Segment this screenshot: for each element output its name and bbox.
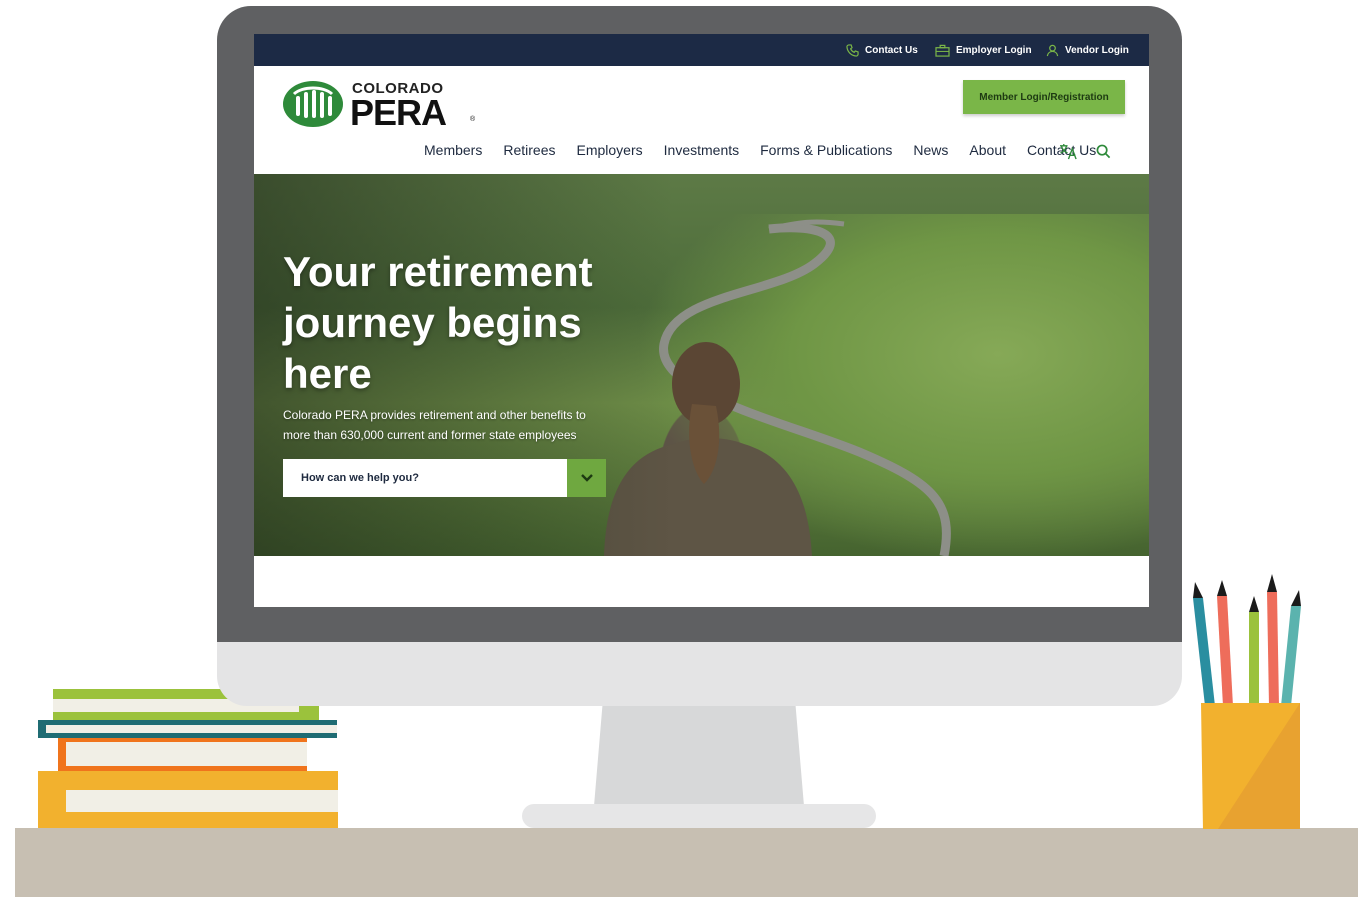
pencils-illustration	[1193, 574, 1301, 706]
member-login-button[interactable]: Member Login/Registration	[963, 80, 1125, 114]
help-select[interactable]: How can we help you?	[283, 459, 606, 497]
pencil-teal	[1193, 582, 1215, 706]
pencil-green	[1249, 596, 1259, 706]
desk-surface	[15, 828, 1358, 897]
nav-item-members[interactable]: Members	[424, 142, 482, 162]
nav-item-retirees[interactable]: Retirees	[503, 142, 555, 162]
search-icon[interactable]	[1096, 144, 1111, 159]
logo-main-word: PERA	[350, 92, 447, 133]
monitor-chin	[217, 642, 1182, 706]
book-yellow-pages	[66, 790, 338, 812]
chevron-down-icon	[580, 474, 593, 482]
pencil-coral	[1217, 580, 1233, 706]
main-nav: Members Retirees Employers Investments F…	[424, 142, 1096, 162]
nav-icons	[1059, 143, 1111, 160]
contact-us-label: Contact Us	[865, 44, 918, 56]
utility-bar: Contact Us Employer Login Vendor Login	[254, 34, 1149, 66]
hero-banner: Your retirement journey begins here Colo…	[254, 174, 1149, 556]
pencil-teal-2	[1281, 590, 1301, 706]
translate-icon[interactable]	[1059, 143, 1078, 160]
nav-item-investments[interactable]: Investments	[664, 142, 739, 162]
logo-mark-icon	[283, 81, 343, 127]
employer-login-label: Employer Login	[956, 44, 1032, 56]
website-screen: Contact Us Employer Login Vendor Login C…	[254, 34, 1149, 607]
contact-us-link[interactable]: Contact Us	[846, 34, 918, 66]
nav-item-about[interactable]: About	[969, 142, 1006, 162]
book-orange-pages	[66, 742, 307, 766]
logo-registered-mark: ®	[470, 116, 476, 123]
vendor-login-link[interactable]: Vendor Login	[1046, 34, 1129, 66]
briefcase-icon	[935, 44, 950, 57]
vendor-login-label: Vendor Login	[1065, 44, 1129, 56]
colorado-pera-logo[interactable]: COLORADO PERA ®	[282, 80, 475, 133]
monitor-stand-neck	[594, 706, 804, 806]
nav-item-forms-publications[interactable]: Forms & Publications	[760, 142, 892, 162]
person-icon	[1046, 44, 1059, 56]
desk-illustration: Contact Us Employer Login Vendor Login C…	[0, 0, 1358, 897]
help-select-toggle[interactable]	[567, 459, 606, 497]
phone-icon	[846, 43, 859, 57]
nav-item-news[interactable]: News	[913, 142, 948, 162]
employer-login-link[interactable]: Employer Login	[935, 34, 1032, 66]
hero-title: Your retirement journey begins here	[283, 248, 593, 397]
book-teal-pages	[46, 725, 337, 733]
member-login-label: Member Login/Registration	[979, 91, 1109, 103]
help-select-label: How can we help you?	[301, 472, 419, 484]
hero-subtitle: Colorado PERA provides retirement and ot…	[283, 408, 586, 442]
monitor-stand-base	[522, 804, 876, 828]
pencil-coral-2	[1267, 574, 1279, 706]
nav-item-employers[interactable]: Employers	[577, 142, 643, 162]
